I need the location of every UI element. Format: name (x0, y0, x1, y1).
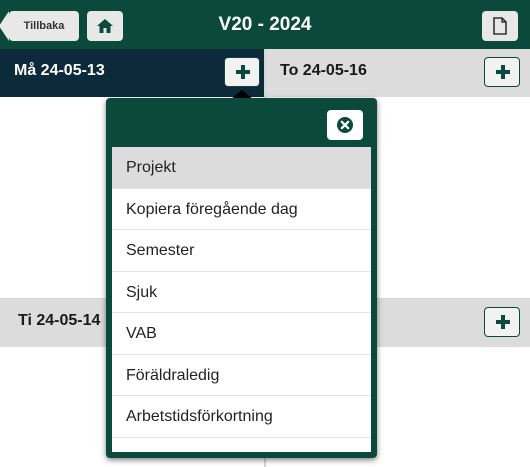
day-label-monday: Må 24-05-13 (14, 62, 105, 79)
day-header-monday: Må 24-05-13 (0, 49, 264, 97)
close-icon (337, 117, 353, 133)
home-button[interactable] (87, 11, 123, 41)
add-entry-button-thursday[interactable] (484, 57, 520, 87)
top-bar: Tillbaka V20 - 2024 (0, 0, 530, 49)
add-entry-button-tuesday[interactable] (484, 307, 520, 337)
back-button[interactable]: Tillbaka (0, 11, 79, 41)
day-label-thursday: To 24-05-16 (280, 62, 367, 79)
close-popup-button[interactable] (327, 110, 363, 140)
menu-item-kopiera-foregaende-dag[interactable]: Kopiera föregående dag (112, 189, 371, 230)
page-title: V20 - 2024 (218, 14, 312, 35)
menu-item-projekt[interactable]: Projekt (112, 147, 371, 189)
entry-type-popup: Projekt Kopiera föregående dag Semester … (106, 98, 377, 458)
copy-button[interactable] (482, 11, 518, 41)
menu-item-vab[interactable]: VAB (112, 313, 371, 355)
menu-item-sjuk[interactable]: Sjuk (112, 272, 371, 313)
menu-item-more[interactable] (112, 438, 371, 453)
copy-icon (493, 17, 507, 35)
add-entry-button-monday[interactable] (224, 57, 260, 87)
menu-item-semester[interactable]: Semester (112, 230, 371, 272)
back-button-label: Tillbaka (23, 20, 65, 32)
day-label-tuesday: Ti 24-05-14 (18, 312, 101, 329)
day-header-thursday: To 24-05-16 (266, 49, 530, 97)
menu-item-foraldraledig[interactable]: Föräldraledig (112, 355, 371, 396)
home-icon (97, 19, 113, 33)
entry-type-menu: Projekt Kopiera föregående dag Semester … (112, 147, 371, 452)
menu-item-arbetstidsforkortning[interactable]: Arbetstidsförkortning (112, 396, 371, 438)
